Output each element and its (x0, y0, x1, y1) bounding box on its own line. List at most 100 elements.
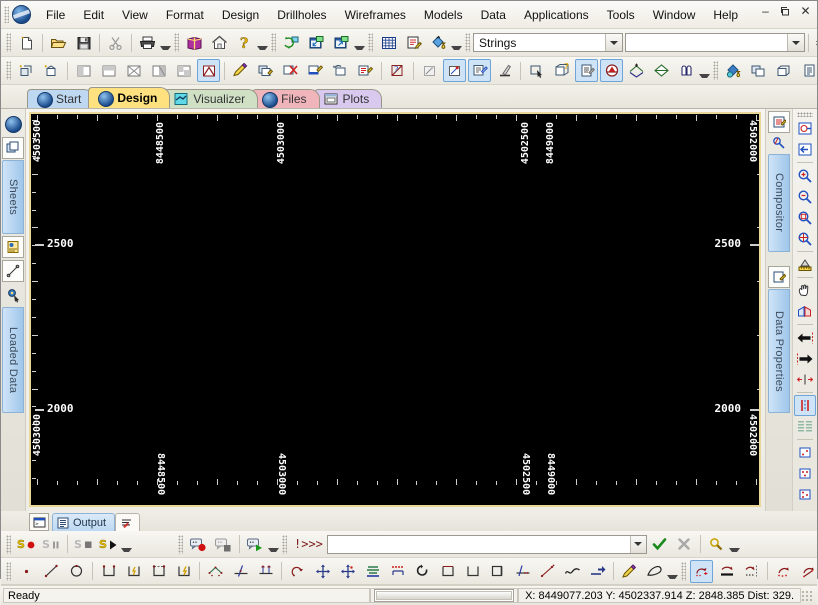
menu-item-wireframes[interactable]: Wireframes (336, 4, 415, 26)
toolbar-grip-14[interactable] (681, 561, 686, 581)
resize-grip[interactable] (801, 589, 813, 602)
toolbar-overflow-7[interactable] (121, 534, 132, 555)
rotate-icon[interactable] (411, 560, 434, 583)
pencil-edit-icon[interactable] (229, 59, 252, 82)
menu-item-window[interactable]: Window (644, 4, 705, 26)
validate-icon[interactable]: ? (386, 59, 409, 82)
menu-item-drillholes[interactable]: Drillholes (268, 4, 335, 26)
chevron-down-icon[interactable] (605, 34, 622, 51)
toolbar-overflow-2[interactable] (257, 32, 268, 53)
sheets-icon[interactable] (2, 137, 24, 159)
paint-string-icon[interactable] (618, 560, 641, 583)
toolbar-grip-1[interactable] (6, 33, 11, 52)
menu-item-data[interactable]: Data (472, 4, 515, 26)
section-top-icon[interactable] (97, 59, 120, 82)
design-plot-canvas[interactable]: 8448500 4503000 4502500 8449000 8448500 45030… (31, 114, 759, 505)
list-icon[interactable] (797, 59, 817, 82)
polygon-open-icon[interactable] (97, 560, 120, 583)
view-tools-grip[interactable] (797, 112, 813, 117)
book-icon[interactable] (183, 31, 206, 54)
toolbar-overflow-9[interactable] (729, 534, 740, 555)
menu-item-file[interactable]: File (37, 4, 74, 26)
tab-start[interactable]: Start (27, 89, 95, 108)
tab-plots[interactable]: Plots (313, 89, 383, 108)
menu-item-models[interactable]: Models (415, 4, 472, 26)
toolbar-overflow-1[interactable] (160, 32, 171, 53)
toolbar-overflow-8[interactable] (268, 534, 279, 555)
view-target-icon[interactable] (794, 118, 816, 139)
design-view-frame[interactable]: 8448500 4503000 4502500 8449000 8448500 45030… (29, 112, 761, 507)
script-pause-icon[interactable]: S (40, 533, 63, 556)
script-stop-icon[interactable]: S (72, 533, 95, 556)
layer-properties-icon[interactable] (2, 236, 24, 258)
section-gradient-icon[interactable] (147, 59, 170, 82)
triangle-points-icon[interactable] (204, 560, 227, 583)
polygon-closed-icon[interactable] (147, 560, 170, 583)
restore-button[interactable] (780, 6, 791, 16)
arrow-right-icon[interactable] (794, 348, 816, 369)
report-icon[interactable] (575, 59, 598, 82)
section-hatch-icon[interactable] (794, 416, 816, 437)
toolbar-grip-8[interactable] (713, 61, 718, 80)
command-input[interactable] (326, 534, 647, 554)
center-view-icon[interactable] (794, 369, 816, 390)
back-arrow-icon[interactable] (794, 139, 816, 160)
sidebar-item-data-properties[interactable]: Data Properties (768, 289, 790, 413)
save-disk-icon[interactable] (72, 31, 95, 54)
trace-line-icon[interactable] (797, 560, 817, 583)
tab-design[interactable]: Design (88, 87, 171, 108)
toolbar-grip-7[interactable] (6, 61, 11, 80)
loaded-data-icon[interactable] (2, 284, 24, 306)
trace-points-icon[interactable] (772, 560, 795, 583)
snap-grid-icon[interactable] (418, 59, 441, 82)
macro-record-icon[interactable] (187, 533, 210, 556)
print-icon[interactable] (136, 31, 159, 54)
menu-item-applications[interactable]: Applications (515, 4, 598, 26)
toolbar-overflow-4[interactable] (451, 32, 462, 53)
menu-item-view[interactable]: View (113, 4, 157, 26)
polygon-edit-icon[interactable] (122, 560, 145, 583)
measure-icon[interactable] (794, 254, 816, 275)
clip-plane-3-icon[interactable] (794, 484, 816, 505)
rotate-view-icon[interactable] (329, 59, 352, 82)
magnifier-icon[interactable] (705, 533, 728, 556)
snap-corner-icon[interactable] (690, 559, 713, 583)
select-box-icon[interactable] (525, 59, 548, 82)
new-view-icon[interactable] (40, 59, 63, 82)
shade-icon[interactable] (600, 59, 623, 82)
circle-icon[interactable] (65, 560, 88, 583)
clip-plane-2-icon[interactable] (794, 463, 816, 484)
edit-note-icon[interactable] (402, 31, 425, 54)
paint-bucket-icon[interactable] (427, 31, 450, 54)
command-history-chevron-down-icon[interactable] (629, 535, 646, 553)
highlight-icon[interactable] (304, 59, 327, 82)
edit-mark-icon[interactable] (468, 59, 491, 82)
extrude-icon[interactable] (436, 560, 459, 583)
grid-icon[interactable] (377, 31, 400, 54)
segment-icon[interactable] (2, 260, 24, 282)
select-help-icon[interactable]: ? (550, 59, 573, 82)
toolbar-grip-3[interactable] (271, 33, 276, 52)
command-input-field[interactable] (327, 537, 630, 551)
menu-item-help[interactable]: Help (704, 4, 747, 26)
maximize-window-icon[interactable] (330, 31, 353, 54)
section-split-icon[interactable] (172, 59, 195, 82)
clip-plane-icon[interactable] (794, 442, 816, 463)
close-button[interactable]: ✕ (800, 5, 811, 17)
layer-edit-icon[interactable] (254, 59, 277, 82)
zoom-window-icon[interactable] (794, 207, 816, 228)
tab-output[interactable]: Output (52, 513, 116, 531)
help-question-icon[interactable]: ? (233, 31, 256, 54)
spline-icon[interactable] (561, 560, 584, 583)
move-points-icon[interactable] (336, 560, 359, 583)
layer-type-combo[interactable]: Strings (473, 33, 623, 52)
menu-item-format[interactable]: Format (157, 4, 213, 26)
section-left-icon[interactable] (72, 59, 95, 82)
arrow-left-icon[interactable] (794, 327, 816, 348)
home-icon[interactable] (208, 31, 231, 54)
menu-item-design[interactable]: Design (213, 4, 268, 26)
toolbar-grip-5[interactable] (465, 33, 470, 52)
menu-item-edit[interactable]: Edit (74, 4, 113, 26)
script-record-icon[interactable]: S (15, 533, 38, 556)
minimize-button[interactable]: – (760, 5, 771, 17)
